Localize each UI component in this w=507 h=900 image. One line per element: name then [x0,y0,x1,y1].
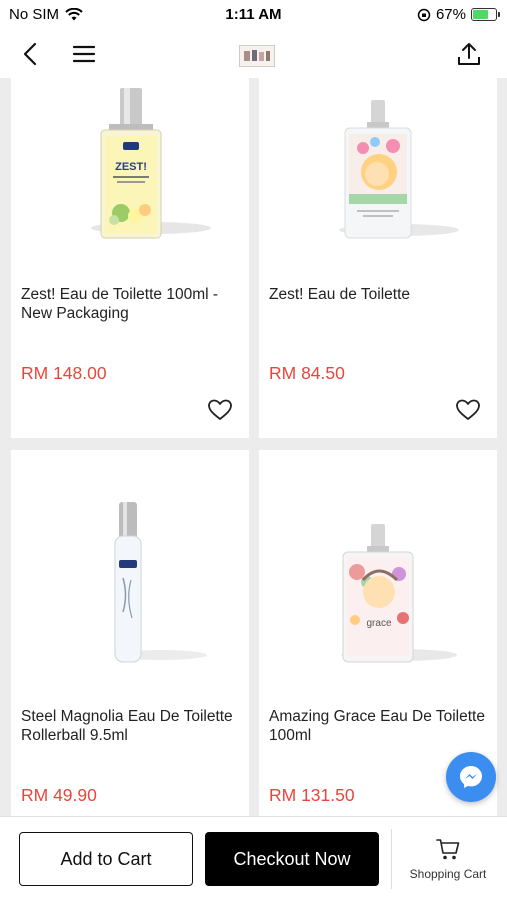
svg-text:ZEST!: ZEST! [115,161,147,173]
messenger-button[interactable] [446,752,496,802]
battery-percent: 67% [435,6,466,23]
back-button[interactable] [14,38,46,70]
shopping-cart-label: Shopping Cart [409,867,487,881]
heart-icon[interactable] [455,398,481,422]
cart-icon [436,839,460,860]
product-image: ZEST! [91,88,211,239]
battery-icon [471,8,500,21]
svg-text:grace: grace [366,618,391,629]
product-image [339,100,459,239]
status-bar: No SIM 1:11 AM 67% [0,0,507,30]
menu-button[interactable] [68,38,100,70]
divider [391,829,392,889]
bottom-action-bar: Add to Cart Checkout Now Shopping Cart [0,816,507,900]
add-to-cart-button[interactable]: Add to Cart [19,832,193,886]
product-price: RM 84.50 [269,363,345,383]
messenger-icon [460,766,482,788]
shopping-cart-button[interactable]: Shopping Cart [396,837,500,887]
product-card[interactable]: ZEST! Zest! Eau de Toilette 100ml - New … [11,78,249,438]
product-price: RM 49.90 [21,785,97,805]
product-image: grace [341,524,457,663]
share-button[interactable] [453,38,485,70]
orientation-lock-icon [417,8,431,21]
checkout-now-button[interactable]: Checkout Now [205,832,379,886]
product-grid: ZEST! Zest! Eau de Toilette 100ml - New … [0,78,507,816]
hamburger-icon [72,45,96,63]
product-name[interactable]: Amazing Grace Eau De Toilette 100ml [269,707,487,745]
nav-bar [0,30,507,78]
chevron-left-icon [23,42,37,66]
brand-logo[interactable] [239,45,275,67]
product-price: RM 148.00 [21,363,107,383]
product-name[interactable]: Zest! Eau de Toilette 100ml - New Packag… [21,285,239,323]
heart-icon[interactable] [207,398,233,422]
product-name[interactable]: Steel Magnolia Eau De Toilette Rollerbal… [21,707,239,745]
logo-icon [244,50,270,61]
status-right: 67% [417,6,500,23]
product-name[interactable]: Zest! Eau de Toilette [269,285,487,304]
product-image [114,502,207,663]
product-card[interactable]: Zest! Eau de Toilette RM 84.50 [259,78,497,438]
product-price: RM 131.50 [269,785,355,805]
share-icon [458,43,480,65]
product-card[interactable]: Steel Magnolia Eau De Toilette Rollerbal… [11,450,249,816]
